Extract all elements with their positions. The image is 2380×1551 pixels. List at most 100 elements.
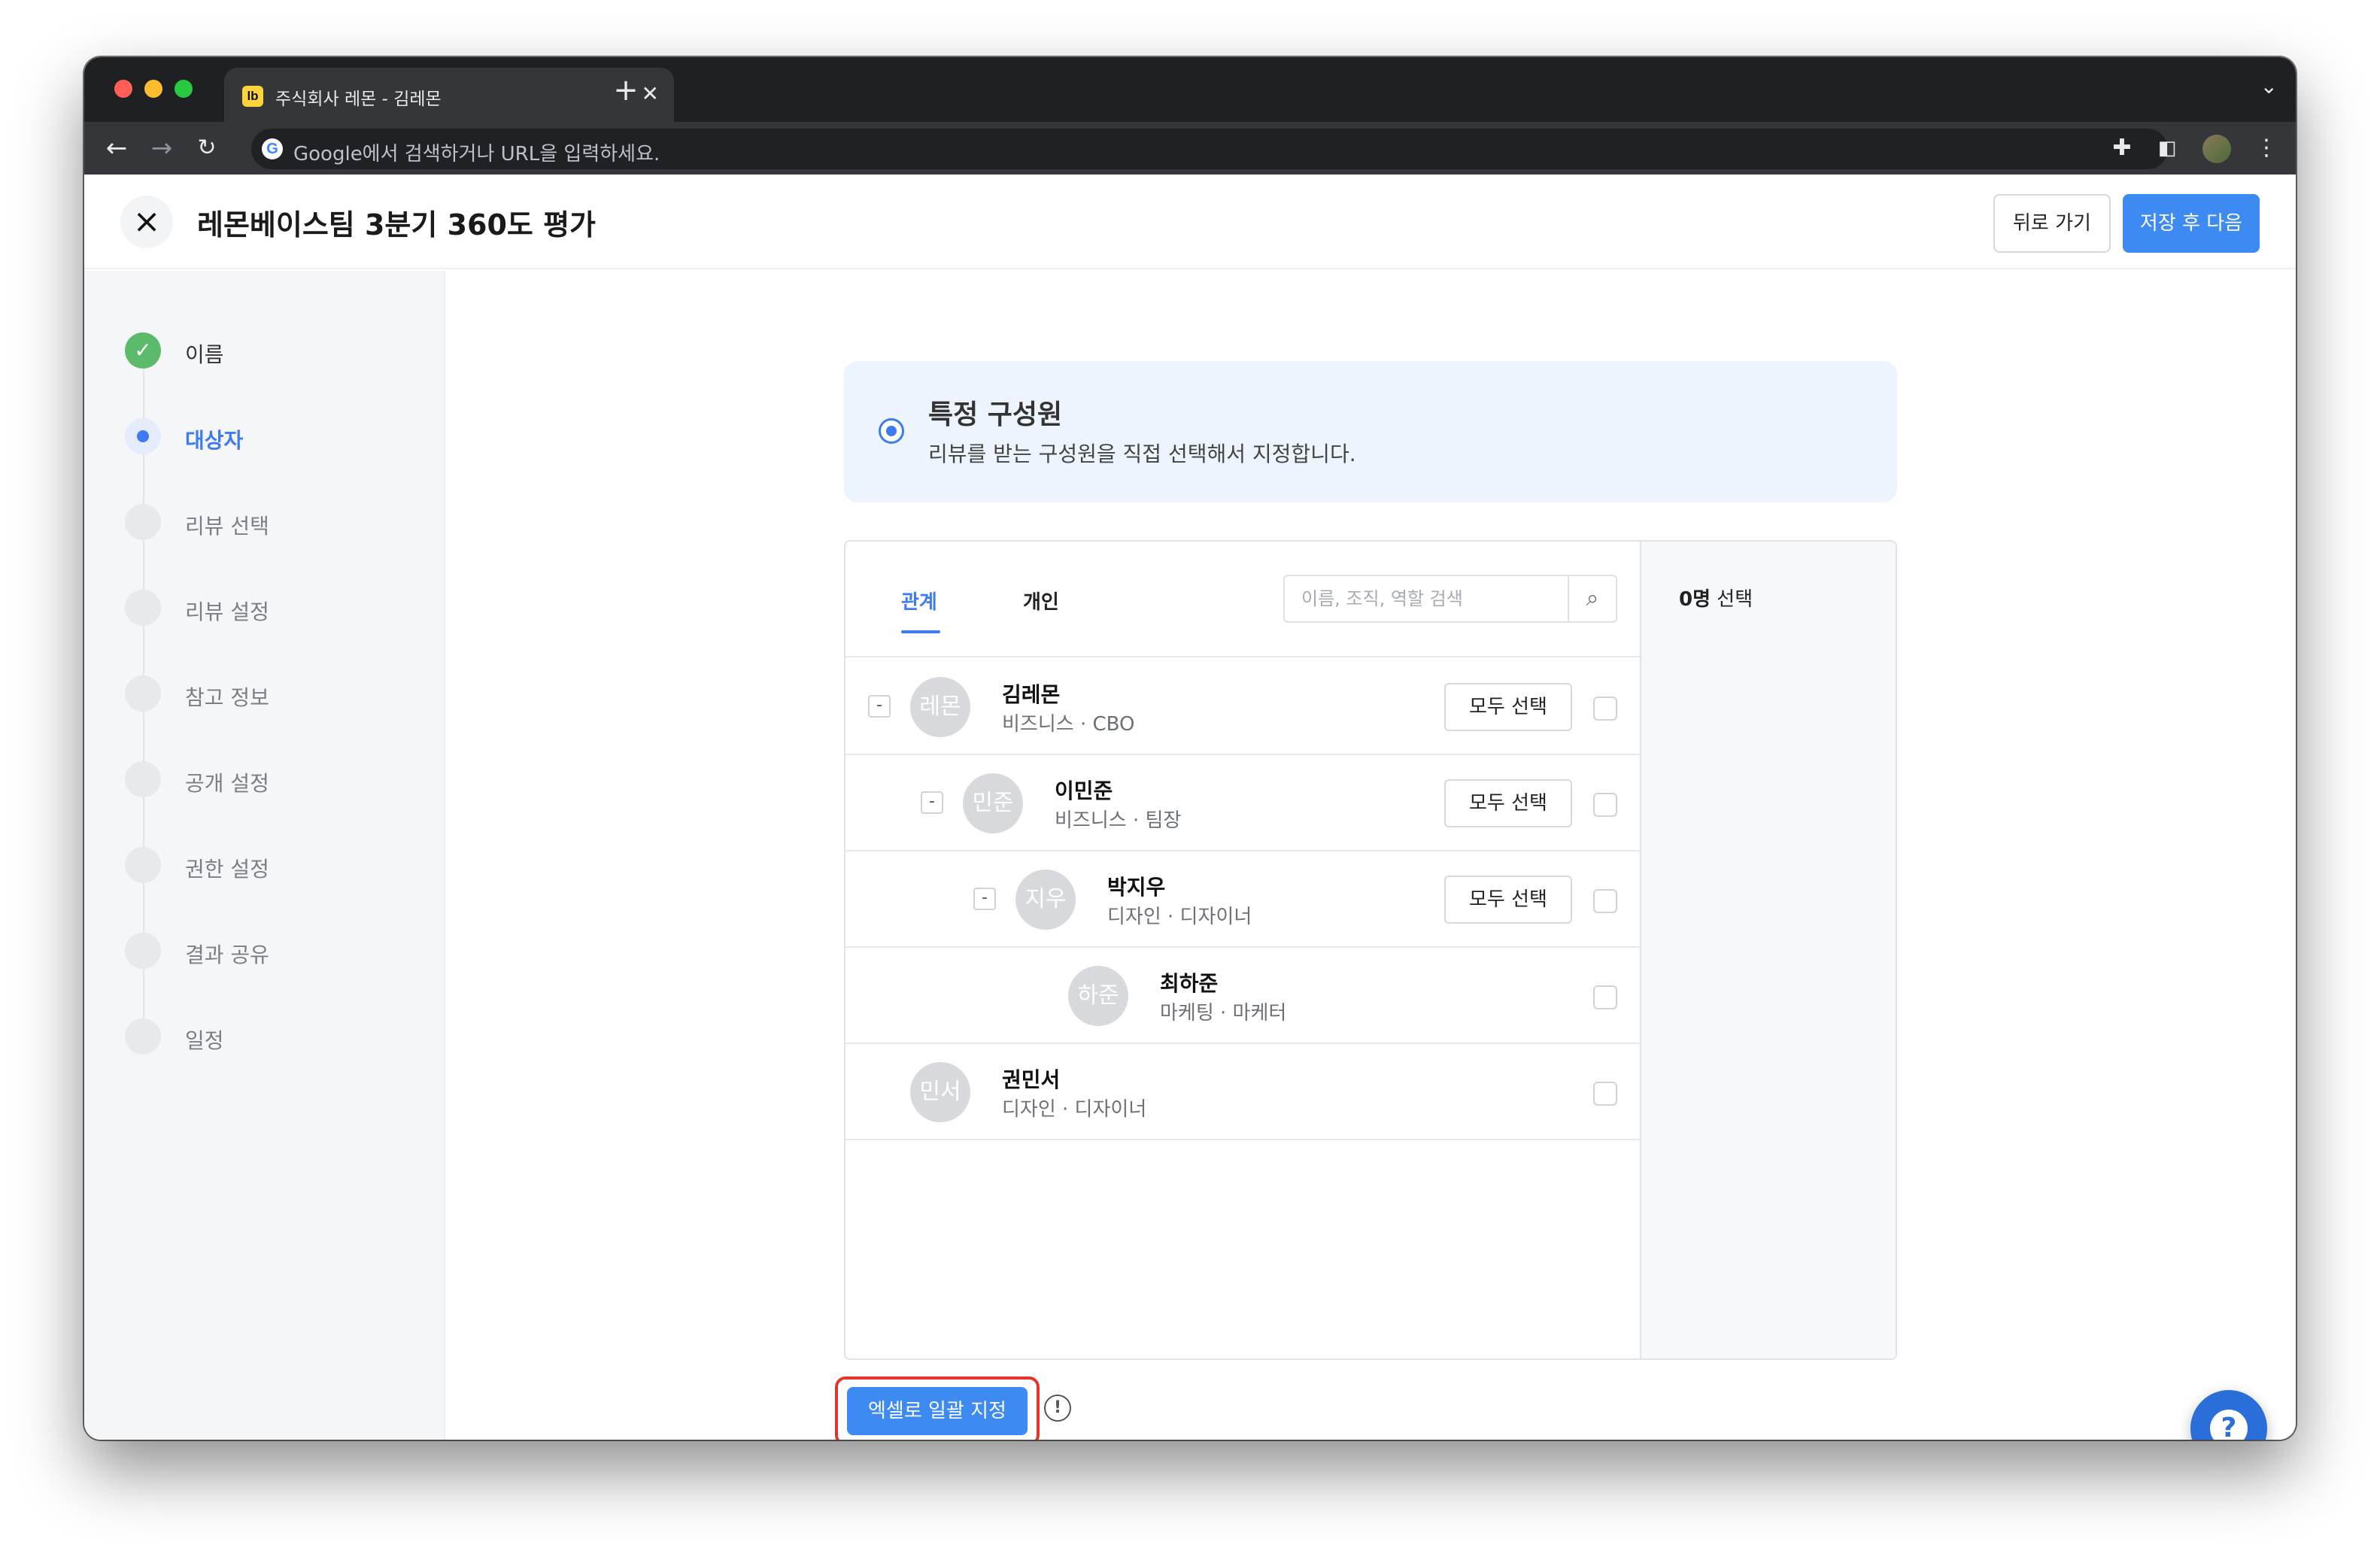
member-name: 김레몬 bbox=[1002, 682, 1061, 707]
selected-count: 0명 bbox=[1679, 588, 1711, 611]
step-name[interactable]: ✓ 이름 bbox=[125, 332, 426, 370]
step-sidebar: ✓ 이름 대상자 리뷰 선택 리뷰 설정 참고 정보 공개 설정 권한 설정 결… bbox=[84, 271, 445, 1440]
member-row-choi: 하준 최하준 마케팅 · 마케터 bbox=[845, 948, 1641, 1044]
member-name: 권민서 bbox=[1002, 1067, 1061, 1092]
member-checkbox[interactable] bbox=[1593, 1082, 1617, 1106]
member-checkbox[interactable] bbox=[1593, 697, 1617, 721]
address-bar[interactable]: G Google에서 검색하거나 URL을 입력하세요. bbox=[251, 129, 2168, 169]
back-button[interactable]: 뒤로 가기 bbox=[1993, 194, 2111, 253]
step-dot-icon bbox=[125, 761, 161, 797]
page-header: × 레몬베이스팀 3분기 360도 평가 뒤로 가기 저장 후 다음 bbox=[84, 175, 2296, 269]
favicon-icon: lb bbox=[242, 86, 263, 107]
avatar: 하준 bbox=[1068, 966, 1128, 1026]
avatar: 민서 bbox=[910, 1062, 970, 1122]
minimize-window-icon[interactable] bbox=[144, 80, 162, 98]
step-label: 일정 bbox=[185, 1028, 224, 1053]
member-role: 디자인 · 디자이너 bbox=[1107, 906, 1252, 928]
close-window-icon[interactable] bbox=[114, 80, 132, 98]
back-arrow-icon[interactable]: ← bbox=[99, 131, 134, 165]
member-checkbox[interactable] bbox=[1593, 793, 1617, 817]
radio-selected-icon[interactable] bbox=[879, 418, 904, 444]
collapse-icon[interactable]: - bbox=[921, 791, 943, 814]
browser-tab-strip: lb 주식회사 레몬 - 김레몬 ✕ + ⌄ bbox=[84, 57, 2296, 122]
step-visibility[interactable]: 공개 설정 bbox=[125, 761, 426, 799]
selected-suffix: 선택 bbox=[1717, 588, 1753, 611]
app-page: × 레몬베이스팀 3분기 360도 평가 뒤로 가기 저장 후 다음 ✓ 이름 … bbox=[84, 175, 2296, 1440]
step-dot-icon bbox=[125, 590, 161, 626]
search-input[interactable] bbox=[1285, 576, 1566, 621]
step-review-select[interactable]: 리뷰 선택 bbox=[125, 504, 426, 542]
select-all-button[interactable]: 모두 선택 bbox=[1444, 876, 1572, 924]
close-icon[interactable]: × bbox=[120, 196, 173, 248]
avatar: 레몬 bbox=[910, 677, 970, 737]
member-role: 비즈니스 · 팀장 bbox=[1055, 809, 1182, 832]
tab-relation[interactable]: 관계 bbox=[901, 587, 937, 615]
picker-tabs-row: 관계 개인 ⌕ bbox=[845, 542, 1640, 657]
search-box: ⌕ bbox=[1283, 575, 1617, 623]
step-review-settings[interactable]: 리뷰 설정 bbox=[125, 590, 426, 627]
option-description: 리뷰를 받는 구성원을 직접 선택해서 지정합니다. bbox=[928, 442, 1356, 466]
step-dot-icon bbox=[125, 847, 161, 883]
page-title: 레몬베이스팀 3분기 360도 평가 bbox=[197, 208, 597, 241]
excel-bulk-assign-button[interactable]: 엑셀로 일괄 지정 bbox=[847, 1387, 1028, 1435]
member-row-kwon: 민서 권민서 디자인 · 디자이너 bbox=[845, 1044, 1641, 1140]
google-icon: G bbox=[262, 138, 283, 159]
step-label: 공개 설정 bbox=[185, 771, 269, 796]
browser-window: lb 주식회사 레몬 - 김레몬 ✕ + ⌄ ← → ↻ G Google에서 … bbox=[84, 57, 2296, 1440]
option-title: 특정 구성원 bbox=[928, 399, 1063, 430]
tab-individual[interactable]: 개인 bbox=[1023, 587, 1059, 615]
info-icon[interactable]: ! bbox=[1044, 1395, 1071, 1422]
member-row-park: - 지우 박지우 디자인 · 디자이너 모두 선택 bbox=[845, 851, 1641, 948]
step-reference-info[interactable]: 참고 정보 bbox=[125, 675, 426, 713]
maximize-window-icon[interactable] bbox=[175, 80, 193, 98]
extensions-puzzle-icon[interactable]: ✚ bbox=[2105, 131, 2139, 165]
forward-arrow-icon[interactable]: → bbox=[144, 131, 179, 165]
tab-list-chevron-icon[interactable]: ⌄ bbox=[2260, 74, 2278, 99]
step-label: 참고 정보 bbox=[185, 685, 269, 710]
step-dot-icon bbox=[125, 675, 161, 712]
active-step-dot-icon bbox=[125, 418, 161, 454]
question-icon: ? bbox=[2210, 1410, 2248, 1440]
more-menu-icon[interactable]: ⋮ bbox=[2249, 131, 2284, 165]
collapse-icon[interactable]: - bbox=[868, 695, 891, 718]
search-icon[interactable]: ⌕ bbox=[1568, 576, 1616, 621]
step-label: 대상자 bbox=[185, 428, 244, 453]
help-button[interactable]: ? bbox=[2190, 1390, 2267, 1440]
step-label: 이름 bbox=[185, 342, 224, 367]
step-result-share[interactable]: 결과 공유 bbox=[125, 933, 426, 970]
member-list-panel: 관계 개인 ⌕ - 레몬 김레몬 비즈니스 · CBO 모두 선택 bbox=[845, 542, 1641, 1358]
step-target[interactable]: 대상자 bbox=[125, 418, 426, 456]
selected-panel: 0명 선택 bbox=[1641, 542, 1896, 1358]
side-panel-icon[interactable]: ◧ bbox=[2150, 131, 2184, 165]
step-dot-icon bbox=[125, 933, 161, 969]
select-all-button[interactable]: 모두 선택 bbox=[1444, 683, 1572, 731]
step-dot-icon bbox=[125, 504, 161, 540]
member-row-kim: - 레몬 김레몬 비즈니스 · CBO 모두 선택 bbox=[845, 659, 1641, 755]
step-label: 결과 공유 bbox=[185, 942, 269, 967]
selected-count-text: 0명 선택 bbox=[1679, 584, 1753, 612]
member-checkbox[interactable] bbox=[1593, 889, 1617, 913]
new-tab-icon[interactable]: + bbox=[603, 68, 648, 113]
avatar: 민준 bbox=[963, 773, 1023, 833]
member-row-lee: - 민준 이민준 비즈니스 · 팀장 모두 선택 bbox=[845, 755, 1641, 851]
step-label: 리뷰 선택 bbox=[185, 514, 269, 539]
collapse-icon[interactable]: - bbox=[973, 888, 996, 910]
save-next-button[interactable]: 저장 후 다음 bbox=[2123, 194, 2260, 253]
tab-title: 주식회사 레몬 - 김레몬 bbox=[275, 90, 442, 109]
check-icon: ✓ bbox=[125, 332, 161, 369]
member-picker: 관계 개인 ⌕ - 레몬 김레몬 비즈니스 · CBO 모두 선택 bbox=[844, 540, 1897, 1360]
member-checkbox[interactable] bbox=[1593, 985, 1617, 1009]
step-dot-icon bbox=[125, 1018, 161, 1055]
member-role: 비즈니스 · CBO bbox=[1002, 713, 1135, 736]
browser-toolbar: ← → ↻ G Google에서 검색하거나 URL을 입력하세요. ✚ ◧ ⋮ bbox=[84, 122, 2296, 175]
profile-avatar[interactable] bbox=[2202, 135, 2231, 163]
avatar: 지우 bbox=[1015, 870, 1076, 930]
member-name: 박지우 bbox=[1107, 875, 1166, 900]
specific-members-option[interactable]: 특정 구성원 리뷰를 받는 구성원을 직접 선택해서 지정합니다. bbox=[844, 361, 1897, 502]
active-tab-underline bbox=[901, 630, 940, 633]
step-schedule[interactable]: 일정 bbox=[125, 1018, 426, 1056]
step-permissions[interactable]: 권한 설정 bbox=[125, 847, 426, 885]
reload-icon[interactable]: ↻ bbox=[190, 131, 224, 165]
member-role: 디자인 · 디자이너 bbox=[1002, 1098, 1147, 1121]
select-all-button[interactable]: 모두 선택 bbox=[1444, 779, 1572, 827]
